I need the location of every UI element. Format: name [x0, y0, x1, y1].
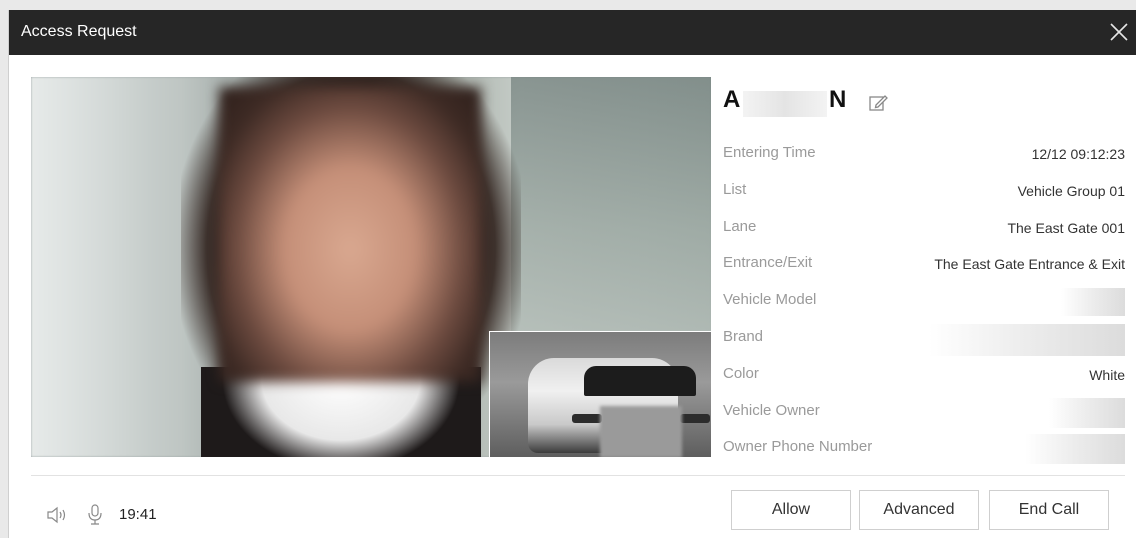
detail-label: Vehicle Owner	[723, 402, 820, 419]
detail-label: Owner Phone Number	[723, 438, 873, 455]
detail-row-color: Color White	[723, 365, 1125, 389]
allow-button[interactable]: Allow	[731, 490, 851, 530]
detail-label: Color	[723, 365, 759, 382]
edit-icon[interactable]	[867, 92, 889, 114]
car-headlight-left	[572, 414, 602, 423]
detail-row-vehicle-model: Vehicle Model	[723, 288, 1125, 316]
plate-blur-mask	[600, 406, 682, 457]
detail-label: Entering Time	[723, 144, 816, 161]
detail-row-list: List Vehicle Group 01	[723, 181, 1125, 205]
speaker-icon[interactable]	[45, 504, 71, 526]
end-call-button[interactable]: End Call	[989, 490, 1109, 530]
access-request-dialog: Access Request A N Entering Time 12/12 0…	[8, 10, 1136, 538]
detail-label: Vehicle Model	[723, 291, 817, 308]
detail-value: The East Gate 001	[1007, 220, 1125, 236]
car-windshield	[584, 366, 696, 396]
vehicle-snapshot	[489, 331, 711, 457]
detail-row-owner-phone: Owner Phone Number	[723, 434, 1125, 464]
detail-row-brand: Brand	[723, 324, 1125, 356]
detail-value: Vehicle Group 01	[1017, 183, 1125, 199]
car-headlight-right	[680, 414, 710, 423]
detail-label: Entrance/Exit	[723, 254, 813, 271]
value-redaction	[1061, 288, 1125, 316]
person-name: A N	[723, 86, 923, 120]
detail-row-entrance-exit: Entrance/Exit The East Gate Entrance & E…	[723, 254, 1125, 278]
dialog-title: Access Request	[21, 23, 137, 40]
face-blur-mask	[219, 87, 481, 382]
detail-row-entering-time: Entering Time 12/12 09:12:23	[723, 144, 1125, 168]
detail-row-vehicle-owner: Vehicle Owner	[723, 398, 1125, 428]
value-redaction	[1049, 398, 1125, 428]
name-initial: A	[723, 86, 741, 113]
detail-label: Lane	[723, 218, 757, 235]
name-redaction	[743, 91, 827, 117]
call-duration: 19:41	[119, 506, 157, 523]
value-redaction	[929, 324, 1125, 356]
divider	[31, 475, 1125, 476]
name-final: N	[829, 86, 847, 113]
value-redaction	[1025, 434, 1125, 464]
close-icon[interactable]	[1105, 18, 1133, 46]
detail-label: Brand	[723, 328, 764, 345]
title-bar: Access Request	[9, 10, 1136, 55]
detail-value: 12/12 09:12:23	[1031, 146, 1125, 162]
detail-value: The East Gate Entrance & Exit	[934, 256, 1125, 272]
call-controls: 19:41	[45, 500, 245, 528]
detail-label: List	[723, 181, 747, 198]
detail-value: White	[1089, 367, 1125, 383]
detail-row-lane: Lane The East Gate 001	[723, 218, 1125, 242]
advanced-button[interactable]: Advanced	[859, 490, 979, 530]
microphone-icon[interactable]	[85, 503, 105, 527]
live-view	[31, 77, 711, 457]
car-image	[528, 358, 710, 457]
